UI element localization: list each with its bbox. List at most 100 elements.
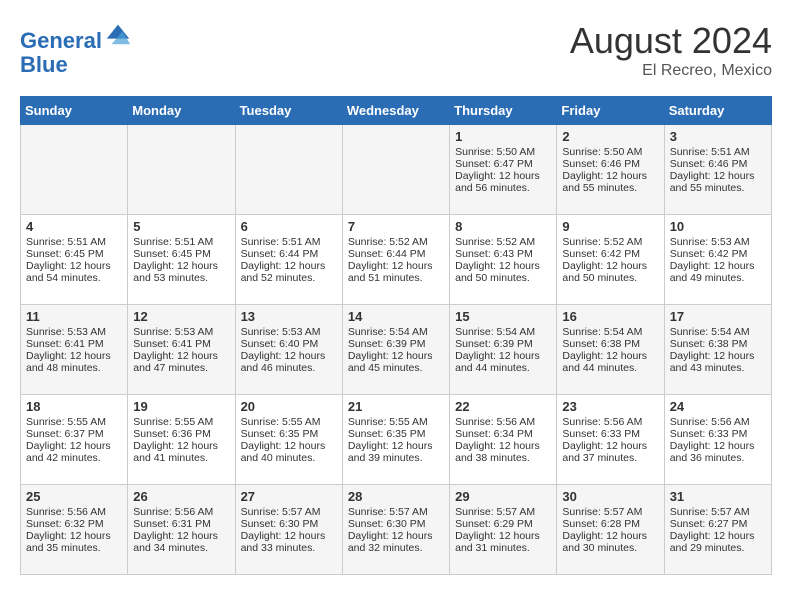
day-info-line: Daylight: 12 hours and 47 minutes. (133, 350, 229, 374)
day-info-line: Sunrise: 5:52 AM (348, 236, 444, 248)
day-info-line: Sunrise: 5:53 AM (133, 326, 229, 338)
day-info-line: Sunset: 6:39 PM (455, 338, 551, 350)
day-info-line: Sunrise: 5:56 AM (26, 506, 122, 518)
day-info-line: Daylight: 12 hours and 41 minutes. (133, 440, 229, 464)
calendar-cell: 10Sunrise: 5:53 AMSunset: 6:42 PMDayligh… (664, 215, 771, 305)
calendar-cell: 29Sunrise: 5:57 AMSunset: 6:29 PMDayligh… (450, 485, 557, 575)
title-block: August 2024 El Recreo, Mexico (570, 20, 772, 80)
day-number: 29 (455, 489, 551, 504)
day-info-line: Sunset: 6:45 PM (26, 248, 122, 260)
header-row: SundayMondayTuesdayWednesdayThursdayFrid… (21, 97, 772, 125)
day-number: 25 (26, 489, 122, 504)
day-info-line: Sunrise: 5:55 AM (133, 416, 229, 428)
calendar-cell: 23Sunrise: 5:56 AMSunset: 6:33 PMDayligh… (557, 395, 664, 485)
day-info-line: Daylight: 12 hours and 33 minutes. (241, 530, 337, 554)
day-info-line: Sunset: 6:33 PM (670, 428, 766, 440)
day-number: 19 (133, 399, 229, 414)
calendar-cell: 3Sunrise: 5:51 AMSunset: 6:46 PMDaylight… (664, 125, 771, 215)
calendar-cell: 21Sunrise: 5:55 AMSunset: 6:35 PMDayligh… (342, 395, 449, 485)
calendar-cell (128, 125, 235, 215)
day-info-line: Daylight: 12 hours and 42 minutes. (26, 440, 122, 464)
day-info-line: Sunrise: 5:56 AM (670, 416, 766, 428)
day-number: 6 (241, 219, 337, 234)
day-number: 20 (241, 399, 337, 414)
calendar-body: 1Sunrise: 5:50 AMSunset: 6:47 PMDaylight… (21, 125, 772, 575)
day-info-line: Sunset: 6:32 PM (26, 518, 122, 530)
calendar-cell: 28Sunrise: 5:57 AMSunset: 6:30 PMDayligh… (342, 485, 449, 575)
calendar-cell: 17Sunrise: 5:54 AMSunset: 6:38 PMDayligh… (664, 305, 771, 395)
day-info-line: Sunset: 6:38 PM (670, 338, 766, 350)
day-info-line: Sunset: 6:47 PM (455, 158, 551, 170)
day-number: 17 (670, 309, 766, 324)
header-cell-monday: Monday (128, 97, 235, 125)
calendar-cell: 12 Sunrise: 5:53 AMSunset: 6:41 PMDayligh… (128, 305, 235, 395)
day-number: 28 (348, 489, 444, 504)
calendar-cell: 9Sunrise: 5:52 AMSunset: 6:42 PMDaylight… (557, 215, 664, 305)
day-info-line: Daylight: 12 hours and 30 minutes. (562, 530, 658, 554)
week-row-3: 11Sunrise: 5:53 AMSunset: 6:41 PMDayligh… (21, 305, 772, 395)
day-info-line: Daylight: 12 hours and 37 minutes. (562, 440, 658, 464)
day-info-line: Sunrise: 5:56 AM (562, 416, 658, 428)
logo-blue: Blue (20, 52, 68, 77)
day-number: 12 (133, 309, 229, 324)
day-info-line: Sunset: 6:44 PM (348, 248, 444, 260)
logo: General Blue (20, 20, 132, 77)
day-info-line: Sunset: 6:41 PM (26, 338, 122, 350)
day-info-line: Sunset: 6:38 PM (562, 338, 658, 350)
day-number: 16 (562, 309, 658, 324)
day-info-line: Sunset: 6:27 PM (670, 518, 766, 530)
day-info-line: Sunset: 6:35 PM (241, 428, 337, 440)
day-info-line: Sunrise: 5:53 AM (241, 326, 337, 338)
day-info-line: Sunrise: 5:56 AM (455, 416, 551, 428)
day-info-line: Sunset: 6:46 PM (562, 158, 658, 170)
day-info-line: Daylight: 12 hours and 34 minutes. (133, 530, 229, 554)
day-info-line: Sunrise: 5:51 AM (241, 236, 337, 248)
day-info-line: Sunrise: 5:51 AM (670, 146, 766, 158)
day-info-line: Sunset: 6:36 PM (133, 428, 229, 440)
calendar-cell: 2 Sunrise: 5:50 AMSunset: 6:46 PMDaylight… (557, 125, 664, 215)
day-info-line: Daylight: 12 hours and 38 minutes. (455, 440, 551, 464)
day-number: 10 (670, 219, 766, 234)
day-info-line: Daylight: 12 hours and 31 minutes. (455, 530, 551, 554)
day-info-line: Daylight: 12 hours and 55 minutes. (562, 170, 658, 194)
calendar-cell: 15Sunrise: 5:54 AMSunset: 6:39 PMDayligh… (450, 305, 557, 395)
logo-text: General (20, 20, 132, 53)
calendar-cell: 13Sunrise: 5:53 AMSunset: 6:40 PMDayligh… (235, 305, 342, 395)
day-number: 27 (241, 489, 337, 504)
calendar-cell: 8Sunrise: 5:52 AMSunset: 6:43 PMDaylight… (450, 215, 557, 305)
day-info-line: Daylight: 12 hours and 48 minutes. (26, 350, 122, 374)
day-info-line: Sunset: 6:31 PM (133, 518, 229, 530)
day-info-line: Daylight: 12 hours and 45 minutes. (348, 350, 444, 374)
day-info-line: Sunrise: 5:57 AM (670, 506, 766, 518)
day-info-line: Sunset: 6:41 PM (133, 338, 229, 350)
calendar-cell: 4Sunrise: 5:51 AMSunset: 6:45 PMDaylight… (21, 215, 128, 305)
day-number: 26 (133, 489, 229, 504)
day-info-line: Sunrise: 5:54 AM (348, 326, 444, 338)
logo-icon (104, 20, 132, 48)
day-info-line: Daylight: 12 hours and 40 minutes. (241, 440, 337, 464)
header-cell-friday: Friday (557, 97, 664, 125)
day-number: 30 (562, 489, 658, 504)
day-info-line: Sunset: 6:30 PM (241, 518, 337, 530)
day-number: 23 (562, 399, 658, 414)
day-number: 7 (348, 219, 444, 234)
day-number: 8 (455, 219, 551, 234)
day-number: 31 (670, 489, 766, 504)
day-info-line: Sunrise: 5:50 AM (562, 146, 658, 158)
day-info-line: Sunset: 6:37 PM (26, 428, 122, 440)
day-info-line: Sunrise: 5:52 AM (562, 236, 658, 248)
day-info-line: Sunset: 6:46 PM (670, 158, 766, 170)
day-info-line: Daylight: 12 hours and 51 minutes. (348, 260, 444, 284)
calendar-cell: 6Sunrise: 5:51 AMSunset: 6:44 PMDaylight… (235, 215, 342, 305)
day-info-line: Sunset: 6:40 PM (241, 338, 337, 350)
day-info-line: Sunset: 6:42 PM (562, 248, 658, 260)
location: El Recreo, Mexico (570, 62, 772, 80)
day-number: 2 (562, 129, 658, 144)
header-cell-sunday: Sunday (21, 97, 128, 125)
day-info-line: Sunrise: 5:53 AM (26, 326, 122, 338)
day-info-line: Sunrise: 5:57 AM (562, 506, 658, 518)
day-info-line: Sunset: 6:45 PM (133, 248, 229, 260)
day-info-line: Sunrise: 5:54 AM (670, 326, 766, 338)
day-number: 13 (241, 309, 337, 324)
day-info-line: Sunset: 6:42 PM (670, 248, 766, 260)
